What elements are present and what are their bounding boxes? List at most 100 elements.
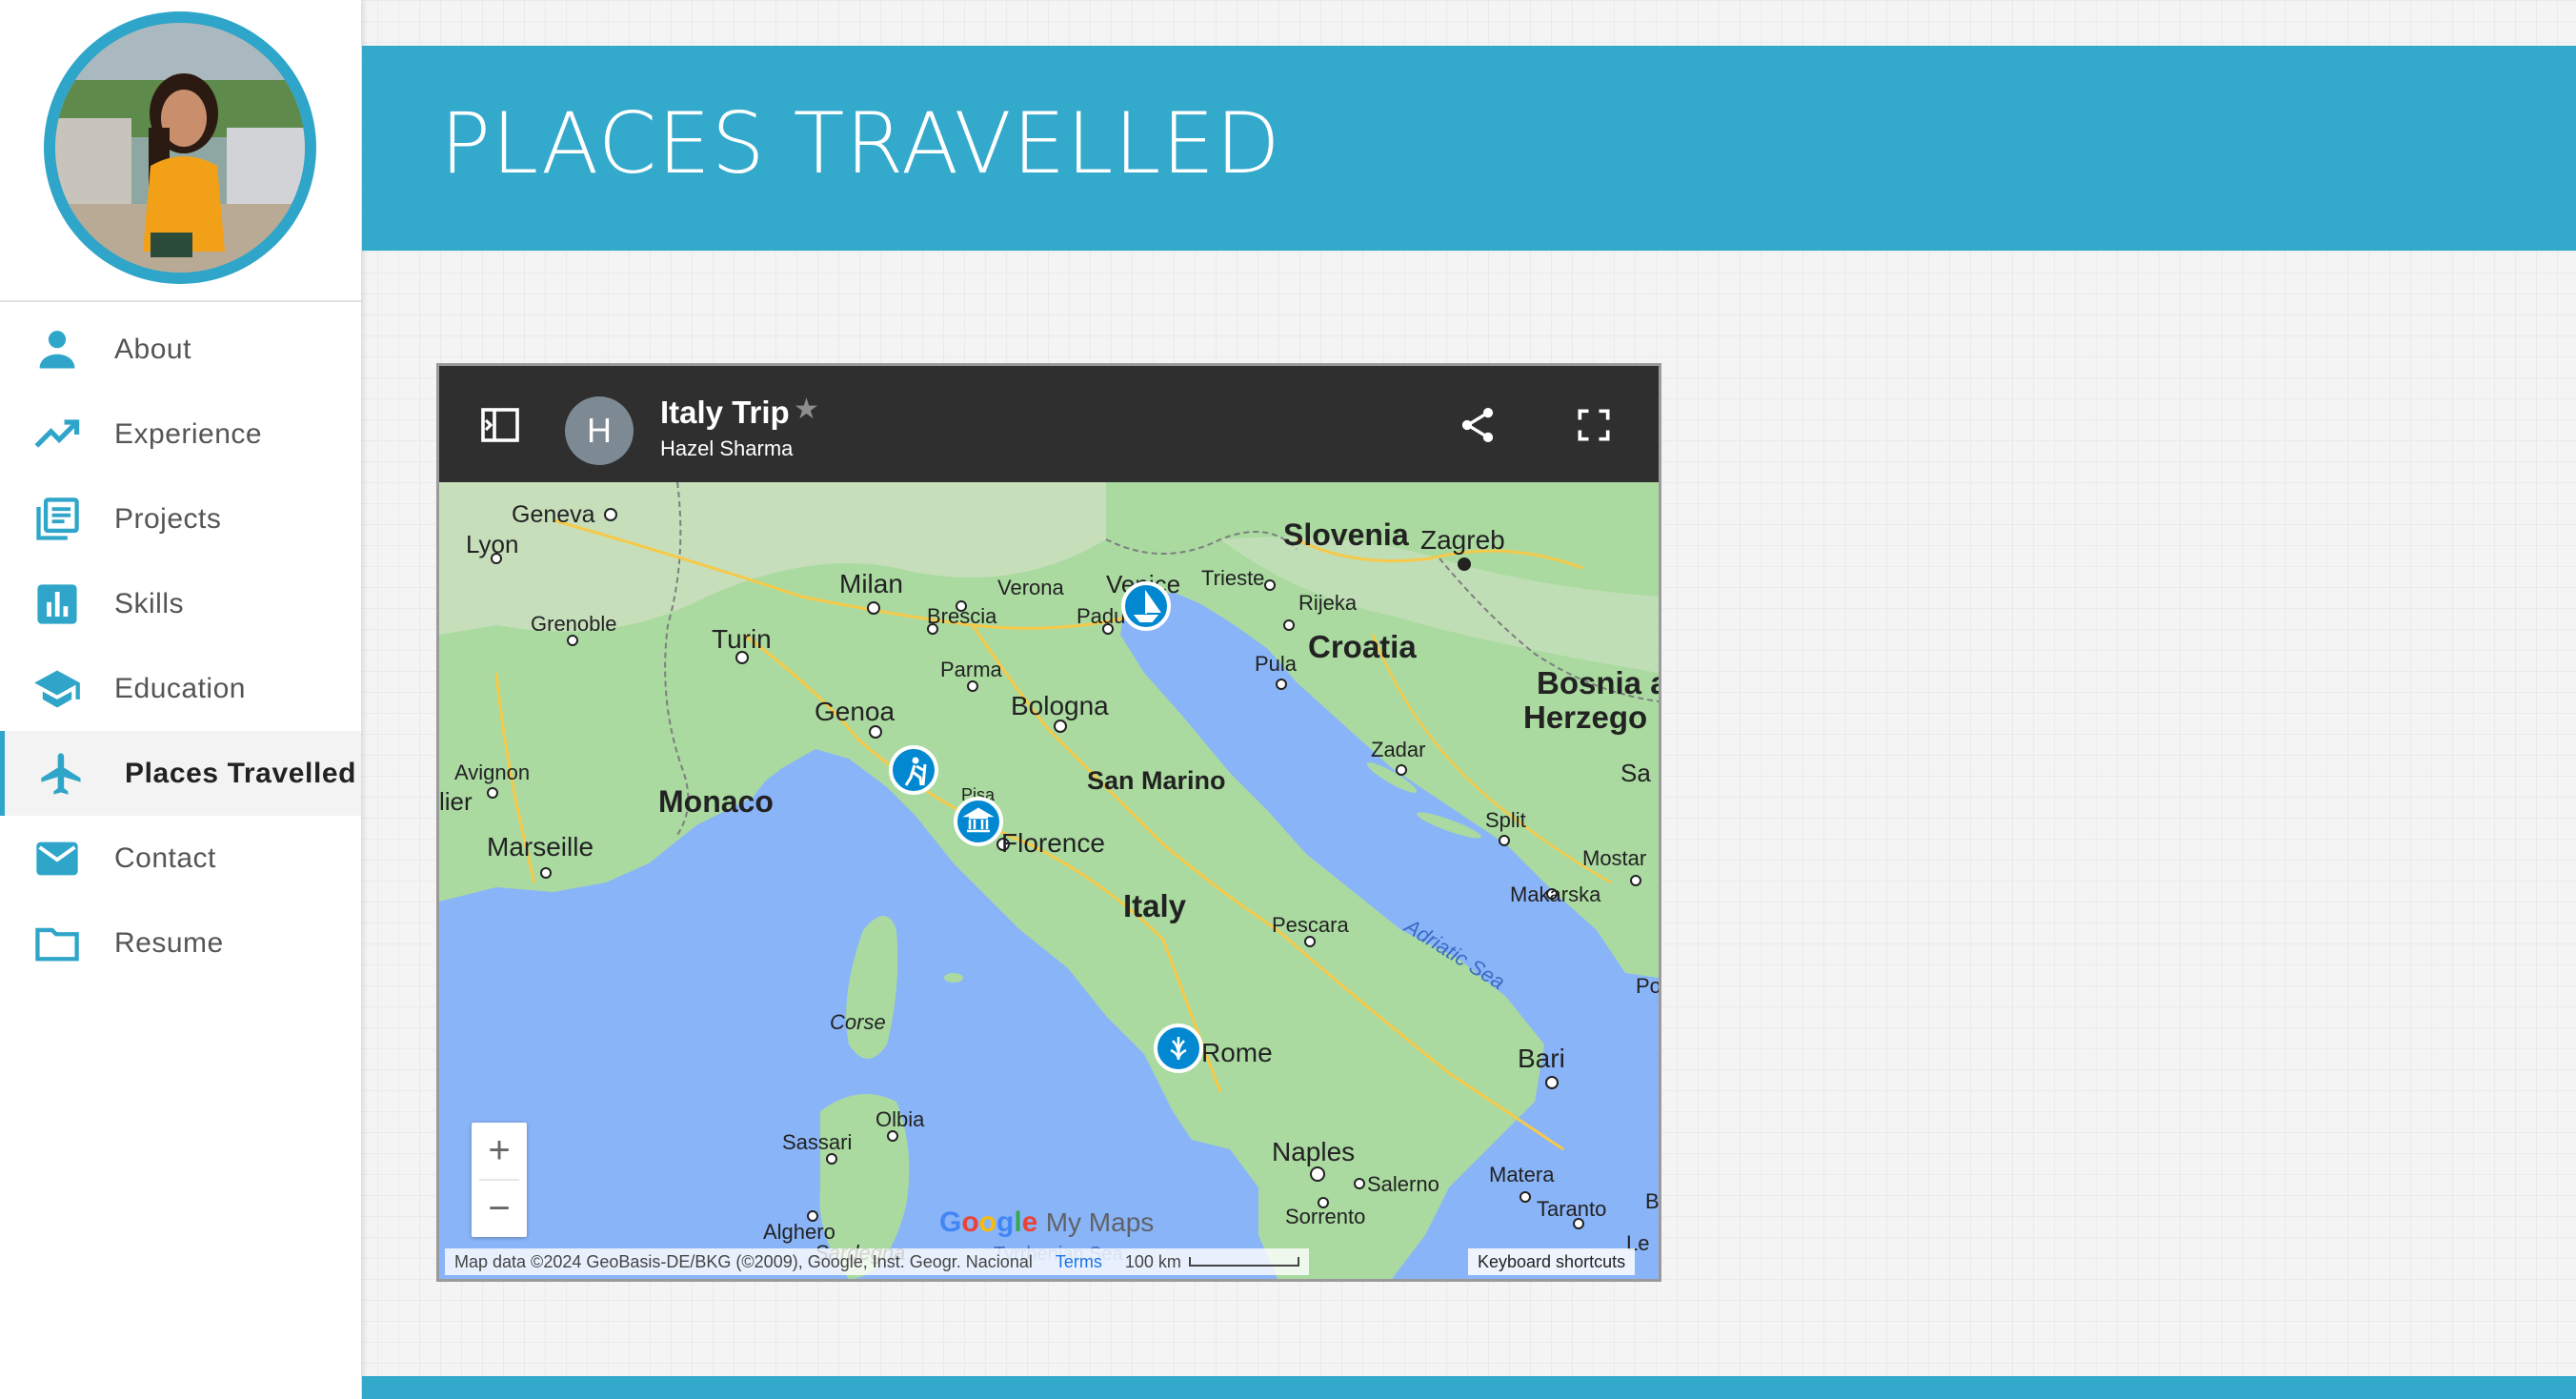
map-embed[interactable]: H Italy Trip ★ Hazel Sharma Slovenia Cro… xyxy=(439,366,1659,1279)
map-label-city: Pula xyxy=(1255,652,1298,676)
fullscreen-icon[interactable] xyxy=(1573,404,1615,446)
map-label-city: Mostar xyxy=(1582,846,1646,870)
terms-link[interactable]: Terms xyxy=(1056,1252,1102,1272)
map-owner-avatar: H xyxy=(565,396,634,465)
profile-avatar-ring xyxy=(44,11,316,284)
star-icon[interactable]: ★ xyxy=(794,393,819,426)
map-label-country: Italy xyxy=(1123,888,1187,923)
sidebar-item-label: Skills xyxy=(114,587,185,619)
google-my-maps-logo: Google My Maps xyxy=(939,1206,1155,1238)
map-label-city: Verona xyxy=(997,576,1064,599)
map-label-city: Brescia xyxy=(927,604,997,628)
map-title: Italy Trip xyxy=(660,395,790,430)
profile-photo-image xyxy=(55,23,305,273)
graduation-cap-icon xyxy=(30,662,84,716)
sidebar-divider xyxy=(0,300,361,302)
map-label-country: Bosnia a xyxy=(1537,665,1659,700)
zoom-control: + − xyxy=(472,1123,527,1237)
map-graphic: Slovenia Croatia Bosnia a Herzego San Ma… xyxy=(439,482,1659,1279)
map-label-city: B xyxy=(1645,1189,1659,1213)
map-label-city: lier xyxy=(439,787,473,816)
page-header: PLACES TRAVELLED xyxy=(362,46,2576,251)
map-label-city: Matera xyxy=(1489,1163,1555,1186)
zoom-in-button[interactable]: + xyxy=(472,1123,527,1179)
map-label-city: Genoa xyxy=(815,697,895,726)
profile-photo xyxy=(55,23,305,273)
scale-label: 100 km xyxy=(1124,1251,1181,1271)
map-attribution: Map data ©2024 GeoBasis-DE/BKG (©2009), … xyxy=(445,1248,1309,1275)
sidebar-item-projects[interactable]: Projects xyxy=(0,476,361,561)
sidebar-item-resume[interactable]: Resume xyxy=(0,901,361,985)
map-label-country: Slovenia xyxy=(1283,517,1409,552)
map-label-city: Bologna xyxy=(1011,691,1109,720)
sidebar-item-label: Experience xyxy=(114,417,263,450)
map-label-region: Corse xyxy=(830,1010,886,1034)
sidebar-item-label: Education xyxy=(114,672,246,704)
hiking-marker[interactable] xyxy=(889,745,938,795)
map-label-city: Taranto xyxy=(1537,1197,1606,1221)
bar-chart-icon xyxy=(30,578,84,631)
map-label-city: Olbia xyxy=(875,1107,925,1131)
footer-accent-bar xyxy=(362,1376,2576,1399)
page-title: PLACES TRAVELLED xyxy=(440,94,1281,193)
document-list-icon xyxy=(30,493,84,546)
folder-icon xyxy=(30,917,84,970)
sidebar-item-skills[interactable]: Skills xyxy=(0,561,361,646)
map-label-city: Geneva xyxy=(512,501,595,528)
sailboat-marker[interactable] xyxy=(1121,581,1171,631)
share-icon[interactable] xyxy=(1457,404,1499,446)
sidebar: About Experience Projects Skills Educati… xyxy=(0,0,361,1399)
map-label-city: Po xyxy=(1636,974,1659,998)
map-canvas[interactable]: Slovenia Croatia Bosnia a Herzego San Ma… xyxy=(439,482,1659,1279)
map-label-city: Florence xyxy=(1001,828,1105,858)
map-label-city: Salerno xyxy=(1367,1172,1439,1196)
museum-marker[interactable] xyxy=(954,797,1003,846)
map-label-city: Milan xyxy=(839,569,903,598)
map-label-city: Lyon xyxy=(466,530,518,558)
sidebar-item-about[interactable]: About xyxy=(0,307,361,392)
map-label-city: Rome xyxy=(1201,1038,1273,1067)
map-label-city: Marseille xyxy=(487,832,594,862)
sidebar-nav: About Experience Projects Skills Educati… xyxy=(0,307,361,985)
map-label-city: Grenoble xyxy=(531,612,617,636)
map-label-city: Rijeka xyxy=(1298,591,1358,615)
map-label-city: Avignon xyxy=(454,760,530,784)
map-label-city: Sorrento xyxy=(1285,1205,1365,1228)
map-label-city: Sa xyxy=(1620,759,1651,787)
map-label-city: Bari xyxy=(1518,1044,1565,1073)
map-label-city: Sassari xyxy=(782,1130,852,1154)
attribution-text: Map data ©2024 GeoBasis-DE/BKG (©2009), … xyxy=(454,1251,1033,1271)
map-author: Hazel Sharma xyxy=(660,436,794,460)
map-label-city: Naples xyxy=(1272,1137,1355,1166)
map-label-city: Trieste xyxy=(1201,566,1264,590)
map-legend-toggle-icon[interactable] xyxy=(477,402,523,448)
map-label-country: Herzego xyxy=(1523,700,1647,735)
airplane-icon xyxy=(35,747,89,801)
map-label-city: Pescara xyxy=(1272,913,1349,937)
restaurant-marker[interactable] xyxy=(1154,1024,1203,1073)
map-label-country: San Marino xyxy=(1087,766,1226,795)
sidebar-item-education[interactable]: Education xyxy=(0,646,361,731)
map-label-city: Makarska xyxy=(1510,882,1601,906)
person-icon xyxy=(30,323,84,376)
map-label-country: Croatia xyxy=(1308,629,1417,664)
map-label-city: Split xyxy=(1485,808,1526,832)
sidebar-item-places-travelled[interactable]: Places Travelled xyxy=(0,731,361,816)
keyboard-shortcuts-button[interactable]: Keyboard shortcuts xyxy=(1468,1248,1636,1275)
sidebar-item-label: About xyxy=(114,333,191,365)
trending-up-icon xyxy=(30,408,84,461)
map-label-city: Turin xyxy=(712,624,772,654)
sidebar-item-label: Contact xyxy=(114,841,216,874)
map-label-city: Zadar xyxy=(1371,738,1425,761)
sidebar-item-contact[interactable]: Contact xyxy=(0,816,361,901)
logo-mymaps-text: My Maps xyxy=(1045,1207,1155,1237)
mail-icon xyxy=(30,832,84,885)
zoom-out-button[interactable]: − xyxy=(472,1181,527,1237)
sidebar-item-experience[interactable]: Experience xyxy=(0,392,361,476)
scale-bar xyxy=(1188,1257,1299,1267)
map-header-bar: H Italy Trip ★ Hazel Sharma xyxy=(439,366,1659,482)
sidebar-item-label: Places Travelled xyxy=(125,757,357,789)
map-label-city: Parma xyxy=(940,658,1003,681)
sidebar-item-label: Projects xyxy=(114,502,222,535)
map-label-city: Zagreb xyxy=(1420,525,1505,555)
